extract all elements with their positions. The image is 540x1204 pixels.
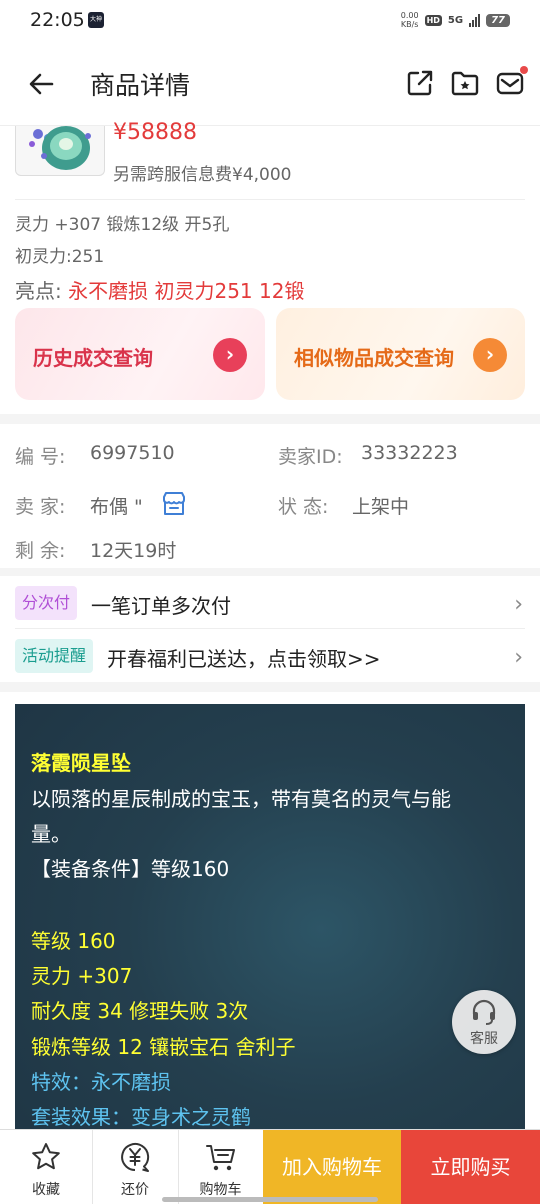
highlights: 亮点: 永不磨损 初灵力251 12锻: [15, 279, 305, 303]
item-name: 落霞陨星坠: [31, 751, 131, 775]
favorite-button[interactable]: 收藏: [0, 1130, 92, 1204]
item-lore-line: 以陨落的星辰制成的宝玉，带有莫名的灵气与能: [31, 787, 451, 811]
item-thumbnail[interactable]: [15, 126, 105, 176]
activity-tag: 活动提醒: [15, 639, 94, 673]
installment-text: 一笔订单多次付: [91, 594, 231, 618]
yuan-icon: [121, 1143, 150, 1172]
share-icon[interactable]: [405, 68, 435, 98]
network-type: 5G: [447, 14, 464, 26]
add-to-cart-button[interactable]: 加入购物车: [263, 1130, 401, 1204]
chevron-right-icon: ›: [213, 338, 247, 372]
activity-promo-row[interactable]: 活动提醒 开春福利已送达，点击领取>> ›: [15, 631, 525, 681]
status-label: 状 态:: [278, 496, 329, 518]
status-bar: 22:05 大神 0.00 KB/s HD 5G 77: [0, 0, 540, 44]
gem-image: [29, 126, 91, 170]
favorite-folder-icon[interactable]: [450, 68, 480, 98]
activity-text: 开春福利已送达，点击领取>>: [107, 647, 381, 671]
message-badge: [520, 66, 528, 74]
remaining-value: 12天19时: [90, 540, 177, 562]
equip-requirement: 【装备条件】等级160: [31, 857, 230, 881]
shop-icon[interactable]: [160, 490, 188, 518]
item-special-effect: 特效：永不磨损: [31, 1070, 171, 1094]
item-spirit: 灵力 +307: [31, 964, 133, 988]
customer-service-button[interactable]: 客服: [452, 990, 516, 1054]
item-forge: 锻炼等级 12 镶嵌宝石 舍利子: [31, 1035, 296, 1059]
item-lore-line: 量。: [31, 822, 71, 846]
installment-promo-row[interactable]: 分次付 一笔订单多次付 ›: [15, 578, 525, 628]
cross-server-fee: 另需跨服信息费¥4,000: [113, 165, 292, 185]
item-level: 等级 160: [31, 929, 116, 953]
signal-icon: [469, 13, 481, 27]
seller-id-label: 卖家ID:: [278, 446, 343, 468]
status-indicators: 0.00 KB/s HD 5G 77: [401, 11, 510, 29]
chevron-right-icon: ›: [514, 645, 523, 670]
page-title: 商品详情: [90, 71, 191, 100]
listing-id-value: 6997510: [90, 442, 175, 464]
buy-now-button[interactable]: 立即购买: [401, 1130, 540, 1204]
divider: [15, 199, 525, 200]
similar-trades-label: 相似物品成交查询: [294, 346, 454, 370]
cart-button[interactable]: 购物车: [178, 1130, 263, 1204]
section-separator: [0, 414, 540, 424]
divider: [15, 628, 525, 629]
headset-icon: [472, 999, 496, 1025]
section-separator: [0, 568, 540, 576]
favorite-label: 收藏: [32, 1182, 60, 1198]
item-durability: 耐久度 34 修理失败 3次: [31, 999, 249, 1023]
remaining-label: 剩 余:: [15, 540, 66, 562]
installment-tag: 分次付: [15, 586, 78, 620]
item-price: ¥58888: [113, 120, 197, 145]
chevron-right-icon: ›: [473, 338, 507, 372]
bottom-action-bar: 收藏 还价 购物车 加入购物车 立即购买: [0, 1129, 540, 1204]
status-value: 上架中: [352, 496, 410, 518]
shopping-cart-icon: [205, 1145, 235, 1171]
nav-bar: 商品详情: [0, 44, 540, 126]
bargain-label: 还价: [121, 1182, 149, 1198]
history-trades-label: 历史成交查询: [33, 346, 153, 370]
customer-service-label: 客服: [470, 1031, 498, 1047]
battery-icon: 77: [486, 13, 510, 27]
seller-label: 卖 家:: [15, 496, 66, 518]
chevron-right-icon: ›: [514, 592, 523, 617]
history-trades-card[interactable]: 历史成交查询 ›: [15, 308, 265, 400]
section-separator: [0, 682, 540, 692]
star-icon: [32, 1143, 60, 1170]
home-indicator: [162, 1197, 378, 1202]
item-set-effect: 套装效果：变身术之灵鹤: [31, 1105, 251, 1129]
back-arrow-icon[interactable]: [26, 68, 58, 100]
cart-label: 购物车: [199, 1182, 242, 1198]
seller-value: 布偶 ": [90, 496, 143, 518]
similar-trades-card[interactable]: 相似物品成交查询 ›: [276, 308, 525, 400]
item-attributes: 灵力 +307 锻炼12级 开5孔: [15, 215, 230, 235]
seller-id-value: 33332223: [361, 442, 458, 464]
app-notification-icon: 大神: [88, 12, 104, 28]
listing-id-label: 编 号:: [15, 446, 66, 468]
bargain-button[interactable]: 还价: [92, 1130, 178, 1204]
initial-spirit: 初灵力:251: [15, 247, 105, 267]
status-time: 22:05: [30, 9, 85, 31]
hd-icon: HD: [424, 14, 442, 26]
network-speed: 0.00 KB/s: [400, 11, 419, 29]
